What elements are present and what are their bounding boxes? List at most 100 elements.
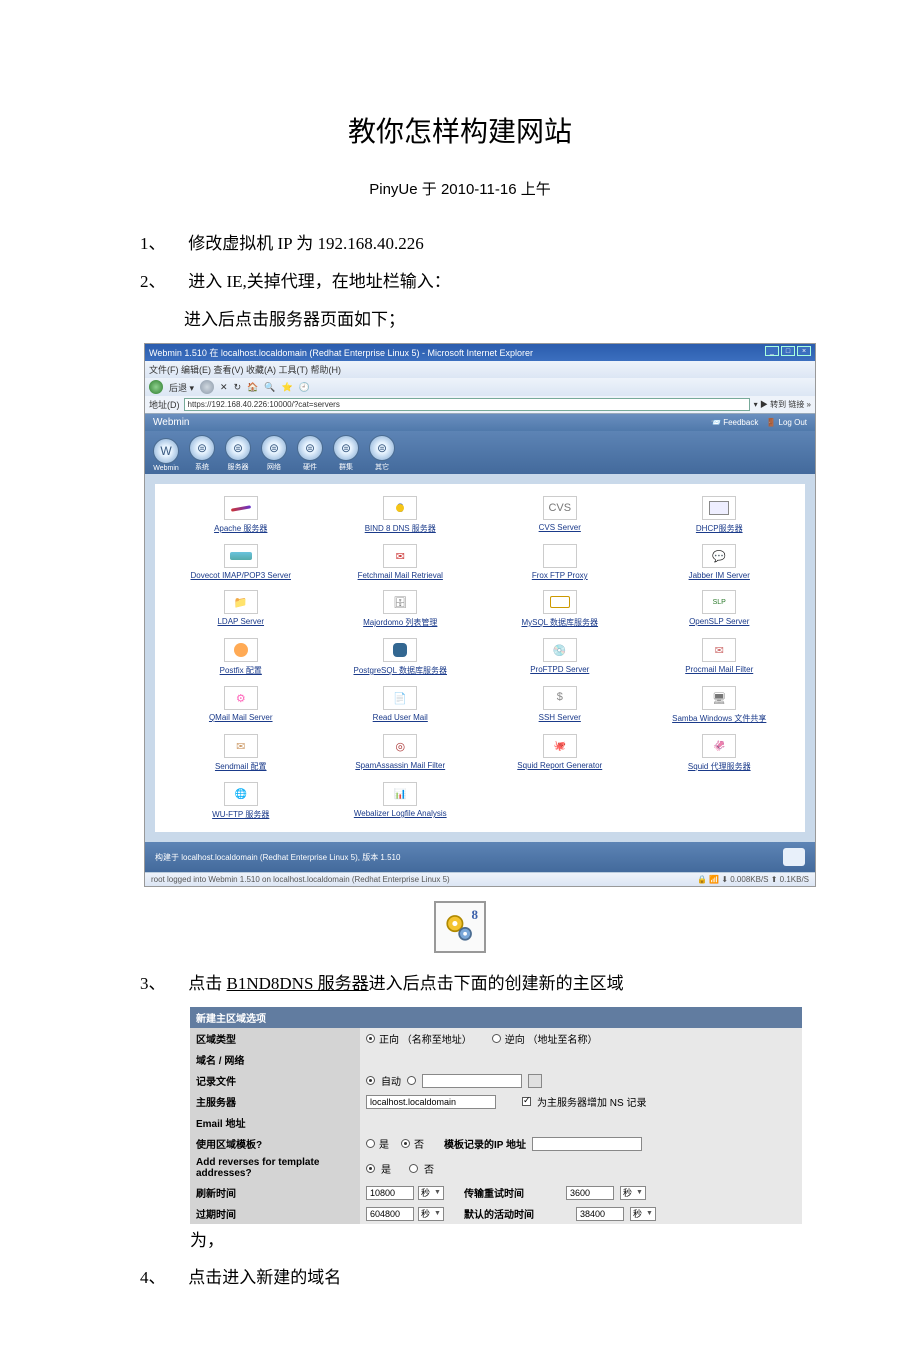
- server-item[interactable]: ProFTPD Server: [482, 638, 638, 676]
- server-label: PostgreSQL 数据库服务器: [353, 665, 447, 676]
- server-icon: [543, 590, 577, 614]
- stop-icon[interactable]: ✕: [220, 382, 228, 393]
- radio-addrev-no[interactable]: [409, 1164, 418, 1173]
- server-item[interactable]: Frox FTP Proxy: [482, 544, 638, 580]
- server-item[interactable]: Fetchmail Mail Retrieval: [323, 544, 479, 580]
- server-icon: [224, 496, 258, 520]
- ie-menubar[interactable]: 文件(F) 编辑(E) 查看(V) 收藏(A) 工具(T) 帮助(H): [145, 361, 815, 378]
- server-item[interactable]: Jabber IM Server: [642, 544, 798, 580]
- label-zonetype: 区域类型: [190, 1028, 360, 1049]
- server-item[interactable]: Majordomo 列表管理: [323, 590, 479, 628]
- favorites-icon[interactable]: ⭐: [282, 382, 293, 393]
- server-icon: [224, 590, 258, 614]
- radio-reverse[interactable]: [492, 1034, 501, 1043]
- retry-input[interactable]: 3600: [566, 1186, 614, 1200]
- webmin-tab-6[interactable]: ⊜其它: [369, 435, 395, 472]
- server-item[interactable]: LDAP Server: [163, 590, 319, 628]
- refresh-unit-select[interactable]: 秒: [418, 1186, 444, 1200]
- server-label: QMail Mail Server: [209, 713, 273, 722]
- server-item[interactable]: Squid Report Generator: [482, 734, 638, 772]
- step-num: 4、: [140, 1261, 184, 1295]
- server-item[interactable]: Read User Mail: [323, 686, 479, 724]
- server-item[interactable]: Apache 服务器: [163, 496, 319, 534]
- webmin-tab-5[interactable]: ⊜群集: [333, 435, 359, 472]
- server-item[interactable]: SpamAssassin Mail Filter: [323, 734, 479, 772]
- refresh-input[interactable]: 10800: [366, 1186, 414, 1200]
- server-item[interactable]: Squid 代理服务器: [642, 734, 798, 772]
- ie-address-bar: 地址(D) https://192.168.40.226:10000/?cat=…: [145, 396, 815, 414]
- radio-forward-label: 正向 （名称至地址）: [379, 1031, 472, 1046]
- history-icon[interactable]: 🕘: [299, 382, 310, 393]
- record-file-input[interactable]: [422, 1074, 522, 1088]
- webmin-tab-3[interactable]: ⊜网络: [261, 435, 287, 472]
- radio-record-auto[interactable]: [366, 1076, 375, 1085]
- home-icon[interactable]: 🏠: [247, 382, 258, 393]
- webmin-tab-2[interactable]: ⊜服务器: [225, 435, 251, 472]
- ttl-unit-select[interactable]: 秒: [630, 1207, 656, 1221]
- server-item[interactable]: CVSCVS Server: [482, 496, 638, 534]
- webmin-tab-1[interactable]: ⊜系统: [189, 435, 215, 472]
- server-label: Webalizer Logfile Analysis: [354, 809, 447, 818]
- retry-unit-select[interactable]: 秒: [620, 1186, 646, 1200]
- server-item[interactable]: BIND 8 DNS 服务器: [323, 496, 479, 534]
- tab-icon: ⊜: [369, 435, 395, 461]
- logout-link[interactable]: 🚪 Log Out: [766, 418, 807, 427]
- back-icon[interactable]: [149, 380, 163, 394]
- server-item[interactable]: Dovecot IMAP/POP3 Server: [163, 544, 319, 580]
- server-item[interactable]: Postfix 配置: [163, 638, 319, 676]
- ie-window-controls[interactable]: _ □ ×: [765, 346, 811, 359]
- radio-record-manual[interactable]: [407, 1076, 416, 1085]
- server-icon: [702, 590, 736, 614]
- webmin-tab-0[interactable]: WWebmin: [153, 438, 179, 472]
- server-item[interactable]: Sendmail 配置: [163, 734, 319, 772]
- server-label: Apache 服务器: [214, 523, 267, 534]
- address-go[interactable]: ▾ ▶ 转到 链接 »: [754, 399, 811, 410]
- maximize-button[interactable]: □: [781, 346, 795, 356]
- minimize-button[interactable]: _: [765, 346, 779, 356]
- ttl-input[interactable]: 38400: [576, 1207, 624, 1221]
- expire-input[interactable]: 604800: [366, 1207, 414, 1221]
- trailing-wei: 为，: [190, 1226, 780, 1251]
- address-input[interactable]: https://192.168.40.226:10000/?cat=server…: [184, 398, 750, 411]
- server-item[interactable]: Webalizer Logfile Analysis: [323, 782, 479, 820]
- ie-status-bar: root logged into Webmin 1.510 on localho…: [145, 872, 815, 886]
- feedback-link[interactable]: 📨 Feedback: [711, 418, 758, 427]
- server-icon: [543, 734, 577, 758]
- ie-toolbar[interactable]: 后退 ▾ ✕ ↻ 🏠 🔍 ⭐ 🕘: [145, 378, 815, 396]
- server-item[interactable]: PostgreSQL 数据库服务器: [323, 638, 479, 676]
- server-item[interactable]: DHCP服务器: [642, 496, 798, 534]
- server-item[interactable]: QMail Mail Server: [163, 686, 319, 724]
- server-label: SSH Server: [539, 713, 581, 722]
- checkbox-add-ns[interactable]: [522, 1097, 531, 1106]
- forward-icon[interactable]: [200, 380, 214, 394]
- checkbox-add-ns-label: 为主服务器增加 NS 记录: [537, 1094, 646, 1109]
- step-num: 3、: [140, 967, 184, 1001]
- status-left: root logged into Webmin 1.510 on localho…: [151, 875, 450, 884]
- server-item[interactable]: Procmail Mail Filter: [642, 638, 798, 676]
- tmpl-ip-input[interactable]: [532, 1137, 642, 1151]
- radio-tmpl-no[interactable]: [401, 1139, 410, 1148]
- server-item[interactable]: SSH Server: [482, 686, 638, 724]
- step-text: 点击进入新建的域名: [188, 1268, 341, 1287]
- tab-label: Webmin: [153, 465, 179, 472]
- home-icon[interactable]: [783, 848, 805, 866]
- radio-tmpl-yes[interactable]: [366, 1139, 375, 1148]
- radio-addrev-yes[interactable]: [366, 1164, 375, 1173]
- server-item[interactable]: Samba Windows 文件共享: [642, 686, 798, 724]
- radio-forward[interactable]: [366, 1034, 375, 1043]
- server-icon: [702, 638, 736, 662]
- step-3-pre: 点击: [188, 974, 226, 993]
- close-button[interactable]: ×: [797, 346, 811, 356]
- server-item[interactable]: OpenSLP Server: [642, 590, 798, 628]
- search-icon[interactable]: 🔍: [264, 382, 275, 393]
- webmin-tab-4[interactable]: ⊜硬件: [297, 435, 323, 472]
- record-file-browse[interactable]: [528, 1074, 542, 1088]
- tab-label: 网络: [267, 462, 281, 472]
- server-icon: [383, 590, 417, 614]
- server-item[interactable]: MySQL 数据库服务器: [482, 590, 638, 628]
- master-server-input[interactable]: localhost.localdomain: [366, 1095, 496, 1109]
- refresh-icon[interactable]: ↻: [234, 382, 242, 393]
- label-retry: 传输重试时间: [464, 1185, 524, 1200]
- expire-unit-select[interactable]: 秒: [418, 1207, 444, 1221]
- server-item[interactable]: WU-FTP 服务器: [163, 782, 319, 820]
